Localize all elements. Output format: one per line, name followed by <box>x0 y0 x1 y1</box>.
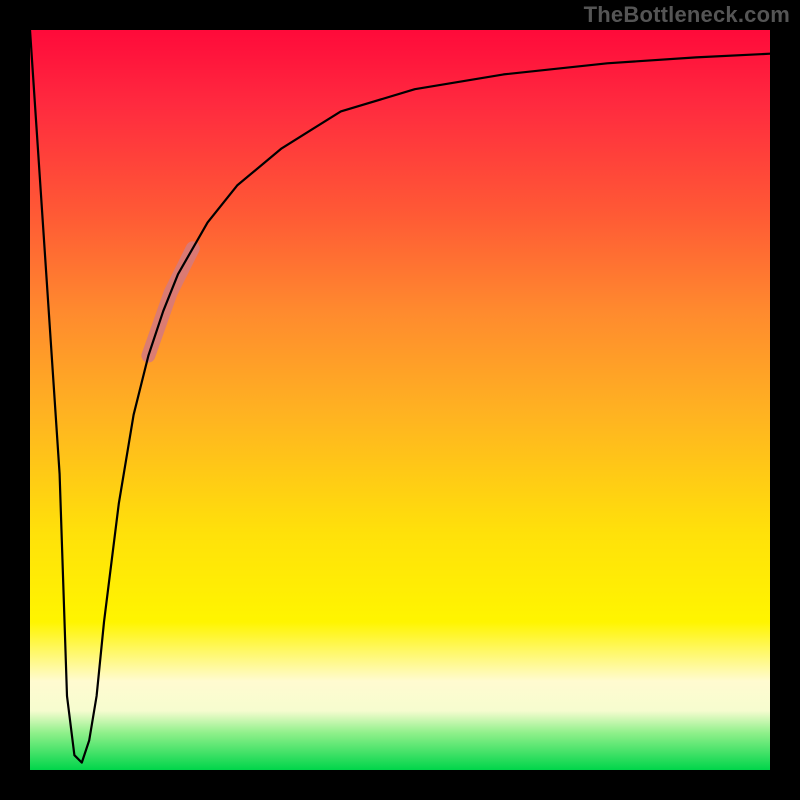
plot-area <box>30 30 770 770</box>
chart-container: TheBottleneck.com <box>0 0 800 800</box>
plot-frame <box>30 30 770 770</box>
highlight-segment <box>148 248 192 355</box>
bottleneck-curve <box>30 30 770 763</box>
watermark-text: TheBottleneck.com <box>584 2 790 28</box>
curve-layer <box>30 30 770 770</box>
